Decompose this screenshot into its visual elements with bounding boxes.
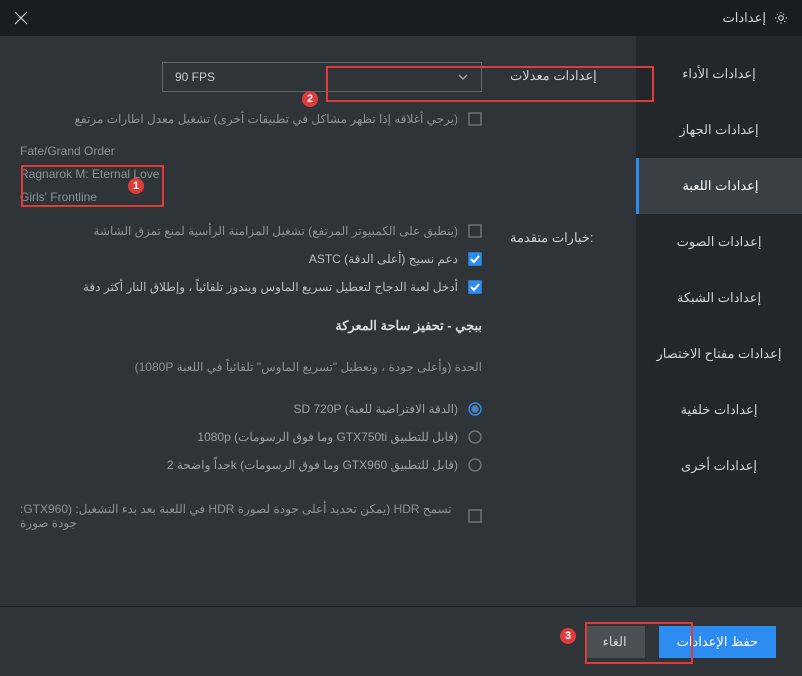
radio-icon — [468, 430, 482, 444]
hdr-checkbox-row[interactable]: :GTX960) :في اللعبة بعد بدء التشغيل HDR … — [20, 502, 482, 530]
radio-sd720p[interactable]: SD 720P (الدقة الافتراضية للعبة) — [20, 402, 482, 416]
fps-select-value: 90 FPS — [175, 70, 215, 84]
advanced-label: :خيارات متقدمة — [510, 224, 606, 246]
mouse-accel-checkbox-row[interactable]: أدخل لعبة الدجاج لتعطيل تسريع الماوس وين… — [20, 280, 482, 294]
list-item: Girls' Frontline — [20, 186, 446, 209]
sidebar-item-network[interactable]: إعدادات الشبكة — [636, 270, 802, 326]
fps-label: إعدادات معدلات — [510, 62, 606, 84]
window-title: إعدادات — [723, 10, 766, 26]
save-button[interactable]: حفظ الإعدادات — [659, 626, 776, 658]
vsync-checkbox-row[interactable]: (ينطبق على الكمبيوتر المرتفع) تشغيل المز… — [20, 224, 482, 238]
cancel-button[interactable]: الغاء — [585, 626, 645, 658]
titlebar: إعدادات — [0, 0, 802, 36]
checkbox-icon — [468, 224, 482, 238]
radio-icon — [468, 458, 482, 472]
sidebar-item-shortcut[interactable]: إعدادات مفتاح الاختصار — [636, 326, 802, 382]
gear-icon — [774, 11, 788, 25]
radio-1080p[interactable]: 1080p (وما فوق الرسومات GTX750ti قابل لل… — [20, 430, 482, 444]
checkbox-checked-icon — [468, 252, 482, 266]
checkbox-icon — [468, 112, 482, 126]
sidebar: إعدادات الأداء إعدادات الجهاز إعدادات ال… — [636, 36, 802, 606]
list-item: Ragnarok M: Eternal Love — [20, 163, 446, 186]
astc-checkbox-row[interactable]: ASTC دعم نسيج (أعلى الدقة) — [20, 252, 482, 266]
close-icon[interactable] — [14, 11, 28, 25]
checkbox-checked-icon — [468, 280, 482, 294]
high-fps-checkbox-row[interactable]: (يرجي أغلاقه إذا تظهر مشاكل في تطبيقات أ… — [20, 112, 482, 126]
game-list: Fate/Grand Order Ragnarok M: Eternal Lov… — [20, 140, 482, 208]
checkbox-icon — [468, 509, 482, 523]
radio-selected-icon — [468, 402, 482, 416]
fps-select[interactable]: 90 FPS — [162, 62, 482, 92]
list-item: Fate/Grand Order — [20, 140, 446, 163]
pubg-title: ببجي - تحفيز ساحة المعركة — [20, 318, 482, 334]
resolution-radio-group: SD 720P (الدقة الافتراضية للعبة) 1080p (… — [20, 402, 482, 472]
content-area: إعدادات معدلات 90 FPS (يرجي أغلاقه إذا ت… — [0, 36, 636, 606]
footer: الغاء حفظ الإعدادات — [0, 606, 802, 676]
sidebar-item-device[interactable]: إعدادات الجهاز — [636, 102, 802, 158]
radio-2k[interactable]: جداً واضحة 2k (وما فوق الرسومات GTX960 ق… — [20, 458, 482, 472]
chevron-down-icon — [457, 71, 469, 83]
sidebar-item-other[interactable]: إعدادات أخرى — [636, 438, 802, 494]
sidebar-item-game[interactable]: إعدادات اللعبة — [636, 158, 802, 214]
sidebar-item-performance[interactable]: إعدادات الأداء — [636, 46, 802, 102]
sidebar-item-wallpaper[interactable]: إعدادات خلفية — [636, 382, 802, 438]
sidebar-item-sound[interactable]: إعدادات الصوت — [636, 214, 802, 270]
pubg-subtitle: الحدة (وأعلى جودة ، وتعطيل "تسريع الماوس… — [20, 360, 482, 374]
